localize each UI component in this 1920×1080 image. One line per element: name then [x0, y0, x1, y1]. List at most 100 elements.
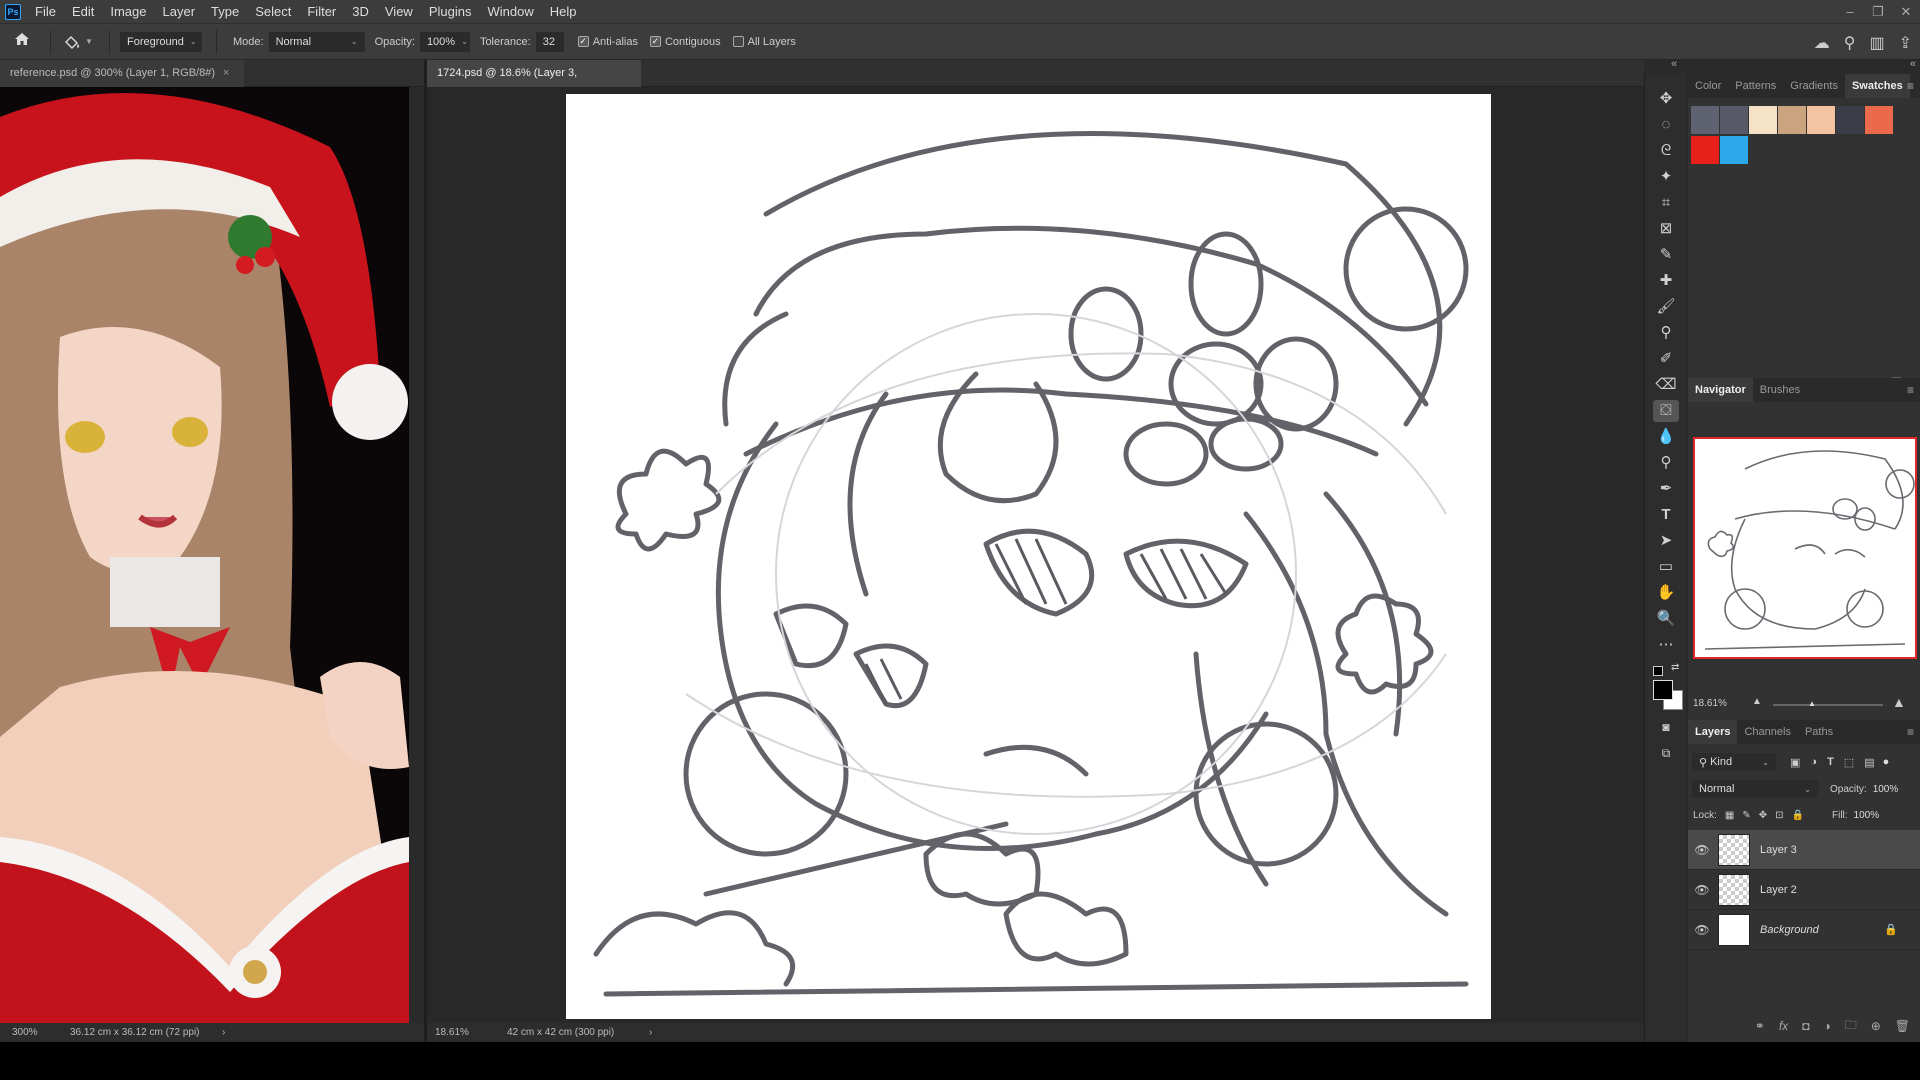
layer-row-layer-3[interactable]: 👁 Layer 3	[1688, 830, 1920, 870]
tool-preset-picker[interactable]: ▼	[57, 34, 103, 50]
layer-fill-value[interactable]: 100%	[1854, 810, 1880, 821]
swatch[interactable]	[1720, 106, 1748, 134]
close-window-button[interactable]: ✕	[1892, 0, 1920, 23]
tab-1724[interactable]: 1724.psd @ 18.6% (Layer 3, RGB/8)×	[427, 60, 641, 106]
zoom-in-icon[interactable]: ▲	[1892, 694, 1906, 710]
layer-name[interactable]: Background	[1760, 924, 1819, 936]
quick-mask-icon[interactable]: ◙	[1653, 716, 1679, 738]
panel-menu-icon[interactable]: ≡	[1907, 74, 1914, 98]
tab-navigator[interactable]: Navigator	[1688, 378, 1753, 402]
tolerance-input[interactable]: 32	[535, 31, 564, 52]
layer-row-layer-2[interactable]: 👁 Layer 2	[1688, 870, 1920, 910]
menu-help[interactable]: Help	[542, 0, 585, 23]
tab-color[interactable]: Color	[1688, 74, 1728, 98]
swatch[interactable]	[1749, 106, 1777, 134]
visibility-eye-icon[interactable]: 👁	[1688, 883, 1716, 897]
crop-icon[interactable]: ⌗	[1653, 192, 1679, 214]
reference-zoom[interactable]: 300%	[12, 1023, 38, 1042]
all-layers-option[interactable]: All Layers	[732, 36, 796, 48]
visibility-eye-icon[interactable]: 👁	[1688, 843, 1716, 857]
main-status-arrow[interactable]: ›	[649, 1023, 652, 1042]
main-zoom[interactable]: 18.61%	[435, 1023, 469, 1042]
layer-name[interactable]: Layer 3	[1760, 844, 1797, 856]
add-mask-icon[interactable]: ◘	[1802, 1019, 1809, 1033]
reference-canvas-area[interactable]	[0, 87, 424, 1023]
new-layer-icon[interactable]: ⊕	[1871, 1019, 1881, 1033]
minimize-button[interactable]: –	[1836, 0, 1864, 23]
clone-stamp-icon[interactable]: ⚲	[1653, 322, 1679, 344]
filter-toggle-icon[interactable]: ●	[1883, 756, 1890, 768]
layer-row-background[interactable]: 👁 Background 🔒	[1688, 910, 1920, 950]
pen-icon[interactable]: ✒	[1653, 478, 1679, 500]
swatch[interactable]	[1836, 106, 1864, 134]
tab-paths[interactable]: Paths	[1798, 720, 1840, 744]
mode-select[interactable]: Normal ⌄	[268, 31, 365, 52]
panel-menu-icon[interactable]: ≡	[1907, 720, 1914, 744]
eraser-icon[interactable]: ⌫	[1653, 374, 1679, 396]
anti-alias-option[interactable]: ✓ Anti-alias	[577, 36, 638, 48]
reference-status-arrow[interactable]: ›	[222, 1023, 225, 1042]
menu-image[interactable]: Image	[102, 0, 154, 23]
zoom-icon[interactable]: 🔍	[1653, 608, 1679, 630]
tab-reference[interactable]: reference.psd @ 300% (Layer 1, RGB/8#) ×	[0, 60, 244, 87]
type-icon[interactable]: T	[1653, 504, 1679, 526]
frame-icon[interactable]: ⊠	[1653, 218, 1679, 240]
menu-3d[interactable]: 3D	[344, 0, 377, 23]
lock-artboard-icon[interactable]: ⊡	[1775, 810, 1783, 821]
filter-smart-object-icon[interactable]: ▤	[1864, 756, 1874, 769]
navigator-preview[interactable]	[1693, 437, 1917, 659]
swatch[interactable]	[1720, 136, 1748, 164]
adjustment-layer-icon[interactable]: ◑	[1823, 1019, 1830, 1033]
menu-window[interactable]: Window	[479, 0, 541, 23]
foreground-color-swatch[interactable]	[1653, 680, 1673, 700]
menu-type[interactable]: Type	[203, 0, 247, 23]
default-colors-icon[interactable]	[1653, 666, 1663, 676]
tab-patterns[interactable]: Patterns	[1728, 74, 1783, 98]
tab-swatches[interactable]: Swatches	[1844, 74, 1910, 98]
brush-icon[interactable]: 🖌	[1653, 296, 1679, 318]
lock-all-icon[interactable]: 🔒	[1792, 810, 1804, 821]
filter-adjustment-icon[interactable]: ◑	[1810, 756, 1817, 768]
filter-pixel-icon[interactable]: ▣	[1790, 756, 1800, 769]
workspace-icon[interactable]: ▥	[1869, 33, 1884, 53]
tab-brushes[interactable]: Brushes	[1753, 378, 1807, 402]
eyedropper-icon[interactable]: ✎	[1653, 244, 1679, 266]
lock-transparent-icon[interactable]: ▦	[1725, 810, 1734, 821]
healing-brush-icon[interactable]: ✚	[1653, 270, 1679, 292]
swatch[interactable]	[1691, 136, 1719, 164]
fill-source-select[interactable]: Foreground ⌄	[120, 31, 202, 52]
magic-wand-icon[interactable]: ✦	[1653, 166, 1679, 188]
main-canvas-area[interactable]	[427, 87, 1631, 1023]
fx-icon[interactable]: fx	[1779, 1019, 1788, 1033]
share-icon[interactable]: ⇪	[1899, 33, 1912, 53]
hand-icon[interactable]: ✋	[1653, 582, 1679, 604]
menu-view[interactable]: View	[377, 0, 421, 23]
move-icon[interactable]: ✥	[1653, 88, 1679, 110]
lock-position-icon[interactable]: ✥	[1759, 810, 1767, 821]
history-brush-icon[interactable]: ✐	[1653, 348, 1679, 370]
menu-layer[interactable]: Layer	[155, 0, 204, 23]
swatch[interactable]	[1807, 106, 1835, 134]
swap-colors-icon[interactable]: ⇄	[1671, 662, 1679, 673]
marquee-icon[interactable]: ◌	[1653, 114, 1679, 136]
all-layers-checkbox[interactable]	[732, 36, 744, 47]
blend-mode-select[interactable]: Normal ⌄	[1692, 780, 1818, 798]
menu-plugins[interactable]: Plugins	[421, 0, 480, 23]
delete-layer-icon[interactable]: 🗑	[1895, 1019, 1910, 1033]
filter-shape-icon[interactable]: ⬚	[1844, 756, 1854, 769]
visibility-eye-icon[interactable]: 👁	[1688, 923, 1716, 937]
filter-type-icon[interactable]: T	[1827, 756, 1834, 768]
close-tab-icon[interactable]: ×	[223, 67, 229, 79]
blur-icon[interactable]: 💧	[1653, 426, 1679, 448]
rectangle-icon[interactable]: ▭	[1653, 556, 1679, 578]
cloud-docs-icon[interactable]: ☁	[1814, 33, 1830, 53]
anti-alias-checkbox[interactable]: ✓	[577, 36, 589, 47]
swatch[interactable]	[1778, 106, 1806, 134]
collapse-panels-icon[interactable]: «	[1910, 58, 1916, 70]
swatch[interactable]	[1691, 106, 1719, 134]
menu-filter[interactable]: Filter	[299, 0, 344, 23]
more-tools-icon[interactable]: ⋯	[1653, 634, 1679, 656]
restore-button[interactable]: ❐	[1864, 0, 1892, 23]
menu-edit[interactable]: Edit	[64, 0, 102, 23]
layer-name[interactable]: Layer 2	[1760, 884, 1797, 896]
